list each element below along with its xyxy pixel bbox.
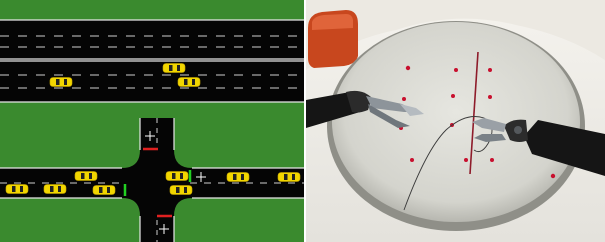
car <box>165 171 189 181</box>
car <box>5 184 29 194</box>
car <box>177 77 201 87</box>
car <box>49 77 73 87</box>
upper-highway <box>0 19 304 103</box>
red-container <box>308 10 358 68</box>
traffic-simulation-canvas <box>0 0 304 242</box>
car <box>43 184 67 194</box>
traffic-simulation-panel <box>0 0 304 242</box>
car <box>226 172 250 182</box>
car <box>162 63 186 73</box>
car <box>92 185 116 195</box>
car <box>74 171 98 181</box>
car <box>169 185 193 195</box>
car <box>277 172 301 182</box>
surgical-scene-canvas <box>306 0 605 242</box>
surgical-scene-panel <box>306 0 605 242</box>
